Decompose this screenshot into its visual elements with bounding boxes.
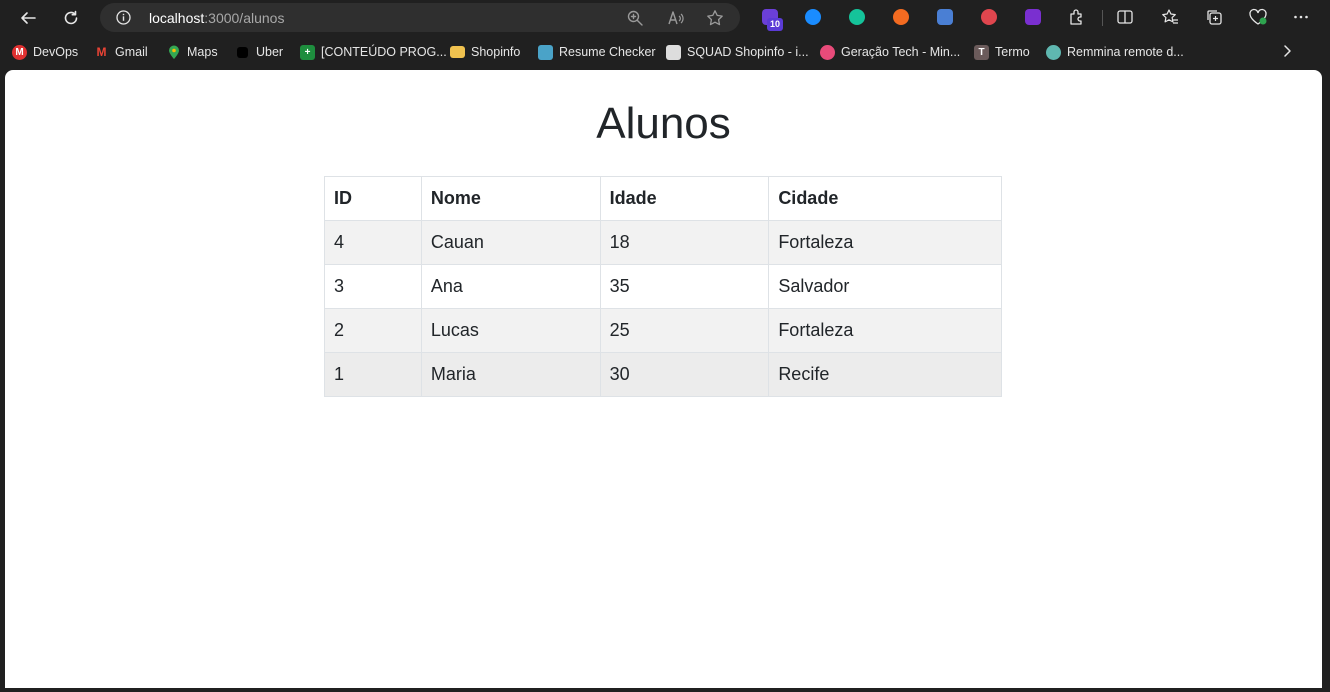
cell-nome: Lucas [420,308,601,353]
extensions-puzzle-icon[interactable] [1066,6,1088,28]
more-bookmarks-chevron-icon[interactable] [1278,41,1296,61]
split-screen-icon[interactable] [1114,6,1136,28]
header-id: ID [324,176,422,221]
back-arrow-icon [21,12,36,24]
bookmark-label: [CONTEÚDO PROG... [321,45,447,59]
collections-icon[interactable] [1203,6,1225,28]
red-extension-icon[interactable] [978,6,1000,28]
cell-cidade: Salvador [768,264,1002,309]
cell-cidade: Fortaleza [768,220,1002,265]
resume-checker-icon [538,44,553,60]
read-aloud-icon[interactable] [667,9,685,27]
bookmark-label: Shopinfo [471,45,521,59]
zoom-icon[interactable] [626,9,644,27]
folder-icon [450,46,465,58]
cell-id: 4 [324,220,422,265]
grammarly-extension-icon[interactable] [846,6,868,28]
back-button[interactable] [14,4,42,32]
bookmark-termo[interactable]: T Termo [974,43,1030,61]
table-row: 3 Ana 35 Salvador [324,264,1002,309]
table-row: 2 Lucas 25 Fortaleza [324,308,1002,353]
cell-id: 2 [324,308,422,353]
bookmark-label: Remmina remote d... [1067,45,1184,59]
cell-nome: Ana [420,264,601,309]
sheets-icon: + [300,44,315,60]
bookmark-label: Uber [256,45,284,59]
favorites-icon[interactable] [1159,6,1181,28]
address-bar[interactable]: localhost:3000/alunos [100,3,740,32]
header-idade: Idade [599,176,770,221]
url-text[interactable]: localhost:3000/alunos [149,10,284,26]
url-host: localhost [149,10,205,26]
bookmark-squad-shopinfo[interactable]: SQUAD Shopinfo - i... [666,43,809,61]
bookmark-geracao-tech[interactable]: Geração Tech - Min... [820,43,960,61]
devops-icon: M [12,44,27,60]
cell-id: 3 [324,264,422,309]
bookmarks-bar: M DevOps M Gmail Maps Uber + [CONTEÚDO P… [0,38,1330,66]
cell-idade: 35 [599,264,770,309]
settings-more-icon[interactable] [1290,6,1312,28]
favorite-star-icon[interactable] [706,9,724,27]
bookmark-label: Geração Tech - Min... [841,45,961,59]
extension-badge-count: 10 [767,18,784,31]
orange-extension-icon[interactable] [890,6,912,28]
maps-icon [166,45,181,60]
remmina-icon [1046,44,1061,60]
toolbar-separator [1102,10,1103,26]
reload-icon [64,10,78,25]
reload-button[interactable] [57,4,85,32]
bookmark-label: Gmail [115,45,148,59]
bookmark-maps[interactable]: Maps [166,43,218,61]
table-header-row: ID Nome Idade Cidade [324,176,1002,221]
site-info-icon[interactable] [116,10,131,25]
students-table: ID Nome Idade Cidade 4 Cauan 18 Fortalez… [324,176,1002,397]
termo-icon: T [974,44,989,60]
bookmark-gmail[interactable]: M Gmail [94,43,148,61]
header-nome: Nome [420,176,601,221]
cell-cidade: Recife [768,352,1002,397]
bookmark-devops[interactable]: M DevOps [12,43,78,61]
bookmark-label: Termo [995,45,1030,59]
shazam-extension-icon[interactable] [802,6,824,28]
bookmark-label: Maps [187,45,218,59]
url-path: :3000/alunos [204,10,285,26]
cell-idade: 18 [599,220,770,265]
bookmark-shopinfo[interactable]: Shopinfo [450,43,520,61]
cell-id: 1 [324,352,422,397]
browser-essentials-icon[interactable] [1247,6,1269,28]
uber-icon [237,46,248,58]
cell-idade: 25 [599,308,770,353]
gmail-icon: M [96,45,107,59]
cell-nome: Maria [420,352,601,397]
table-row: 1 Maria 30 Recife [324,352,1002,397]
cell-nome: Cauan [420,220,601,265]
bookmark-label: DevOps [33,45,79,59]
browser-toolbar: localhost:3000/alunos 10 [0,0,1330,36]
bookmark-remmina[interactable]: Remmina remote d... [1046,43,1184,61]
download-extension-icon[interactable] [934,6,956,28]
bookmark-uber[interactable]: Uber [235,43,283,61]
cell-cidade: Fortaleza [768,308,1002,353]
header-cidade: Cidade [768,176,1002,221]
bookmark-label: Resume Checker [559,45,656,59]
cell-idade: 30 [599,352,770,397]
squad-icon [666,44,681,60]
bookmark-label: SQUAD Shopinfo - i... [687,45,809,59]
bookmark-resume-checker[interactable]: Resume Checker [538,43,656,61]
geracao-tech-icon [820,44,835,60]
purple-extension-icon[interactable] [1022,6,1044,28]
page-viewport: Alunos ID Nome Idade Cidade 4 Cauan 18 F… [5,70,1322,688]
bookmark-conteudo[interactable]: + [CONTEÚDO PROG... [300,43,447,61]
table-row: 4 Cauan 18 Fortaleza [324,220,1002,265]
page-title: Alunos [596,99,731,148]
